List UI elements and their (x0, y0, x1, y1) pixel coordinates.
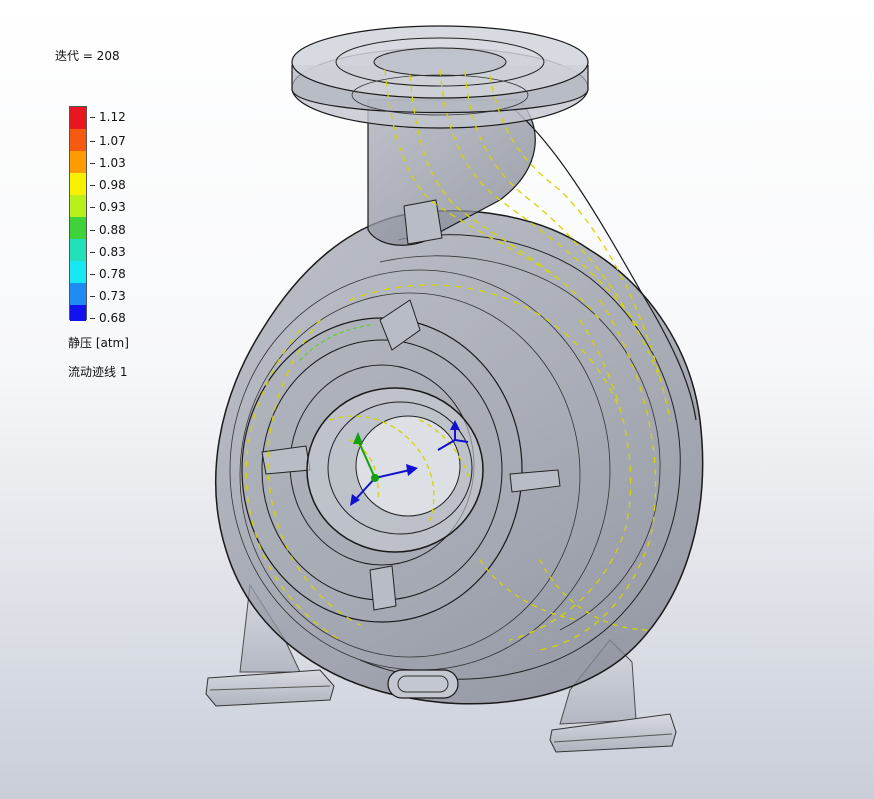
impeller-eye (306, 387, 484, 553)
pump-model-3d[interactable] (0, 0, 874, 799)
drain-slot (387, 669, 459, 699)
discharge-flange (291, 25, 589, 129)
graphics-viewport[interactable]: 迭代 = 208 1.12 1.07 1.03 0.98 0.93 0.88 0… (0, 0, 874, 799)
